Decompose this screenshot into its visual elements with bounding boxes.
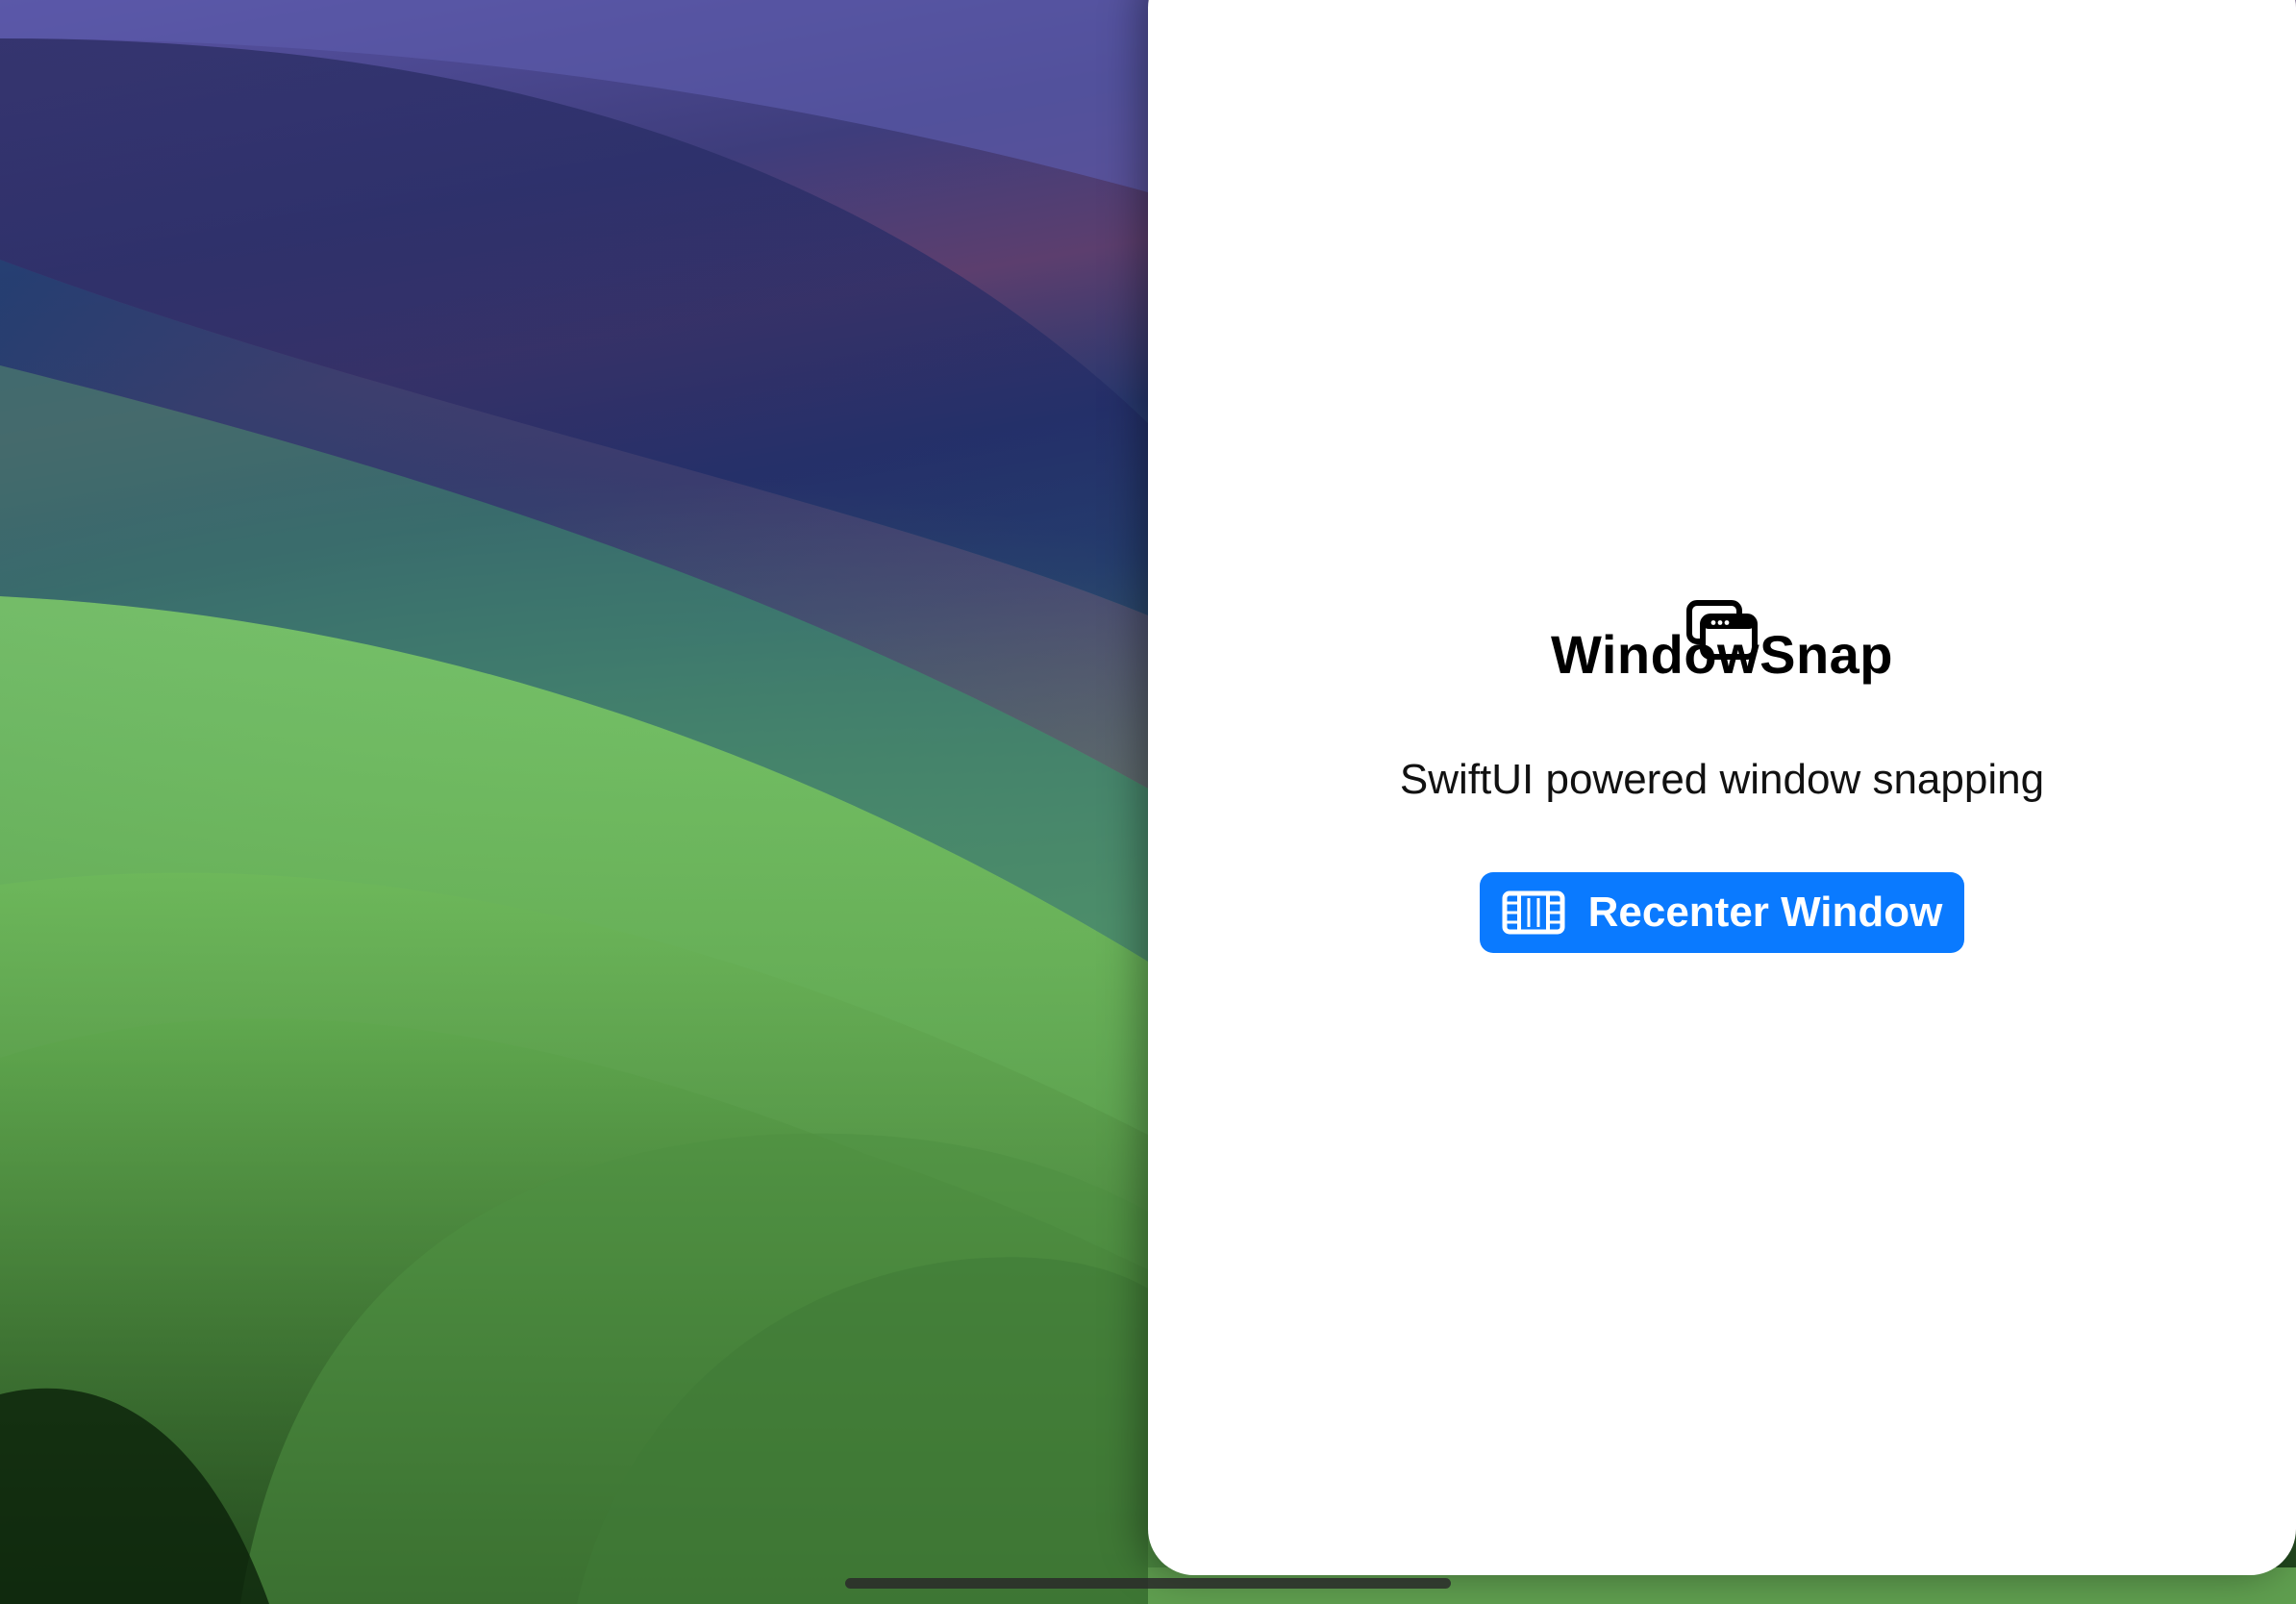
app-title: WindowSnap — [1550, 624, 1893, 685]
screen: WindowSnap SwiftUI powered window snappi… — [0, 0, 2296, 1604]
app-subtitle: SwiftUI powered window snapping — [1399, 756, 2045, 803]
app-window: WindowSnap SwiftUI powered window snappi… — [1148, 0, 2296, 1575]
window-content: WindowSnap SwiftUI powered window snappi… — [1148, 0, 2296, 1575]
recenter-window-label: Recenter Window — [1587, 889, 1943, 936]
home-indicator-bar[interactable] — [845, 1578, 1451, 1589]
recenter-window-button[interactable]: Recenter Window — [1480, 872, 1964, 953]
film-frame-icon — [1502, 890, 1565, 935]
